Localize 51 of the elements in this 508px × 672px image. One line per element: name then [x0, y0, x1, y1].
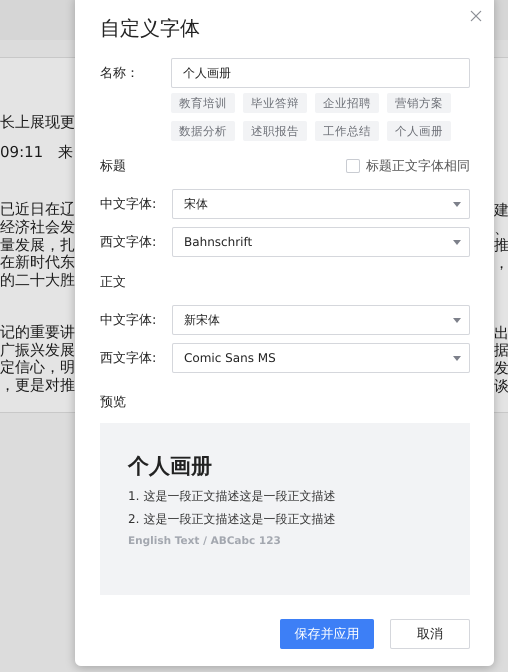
preset-tag[interactable]: 毕业答辩 — [243, 93, 307, 113]
document-text: 的二十大胜 — [0, 271, 75, 290]
save-button[interactable]: 保存并应用 — [280, 619, 374, 649]
preview-text: 1. 这是一段正文描述这是一段正文描述 — [128, 488, 336, 505]
document-text: 定信心，明 — [0, 358, 75, 376]
preview-sample: English Text / ABCabc 123 — [128, 535, 282, 547]
preset-tag[interactable]: 工作总结 — [315, 121, 379, 141]
checkbox-label: 标题正文字体相同 — [366, 158, 470, 175]
document-text: 09:11 来 — [0, 142, 74, 161]
preset-tag[interactable]: 营销方案 — [387, 93, 451, 113]
caret-icon — [453, 202, 461, 206]
dialog-title: 自定义字体 — [100, 16, 201, 40]
caret-icon — [453, 356, 461, 360]
document-text: 记的重要讲 — [0, 322, 75, 341]
preset-tag[interactable]: 个人画册 — [387, 121, 451, 141]
field-label: 名称： — [100, 65, 140, 82]
document-text: 已近日在辽 — [0, 200, 75, 218]
document-text: 长上展现更 — [0, 113, 75, 131]
section-title: 正文 — [100, 274, 126, 291]
field-label: 中文字体: — [100, 196, 158, 213]
document-text: 经济社会发 — [0, 218, 75, 236]
font-dropdown[interactable]: Bahnschrift — [172, 227, 470, 257]
section-title: 标题 — [100, 158, 126, 175]
field-label: 中文字体: — [100, 312, 158, 329]
document-text: ， — [494, 254, 508, 272]
field-label: 西文字体: — [100, 234, 158, 251]
field-label: 西文字体: — [100, 350, 158, 367]
document-text: 在新时代东 — [0, 253, 75, 272]
section-title: 预览 — [100, 394, 126, 411]
font-dropdown[interactable]: 新宋体 — [172, 305, 470, 335]
document-text: ，更是对推 — [0, 376, 75, 394]
preview-heading: 个人画册 — [128, 453, 213, 479]
checkbox[interactable] — [346, 159, 360, 173]
preset-tag[interactable]: 教育培训 — [171, 93, 235, 113]
caret-icon — [453, 318, 461, 322]
cancel-button[interactable]: 取消 — [390, 619, 470, 649]
caret-icon — [453, 240, 461, 244]
document-text: 广振兴发展 — [0, 340, 75, 358]
name-field[interactable]: 个人画册 — [171, 58, 470, 88]
font-dropdown[interactable]: Comic Sans MS — [172, 343, 470, 373]
document-text: 出 — [494, 324, 508, 342]
document-text: 发 — [494, 359, 508, 378]
document-text: 、 — [494, 218, 508, 237]
document-text: 建 — [494, 201, 508, 219]
close-icon[interactable] — [470, 10, 482, 22]
font-dropdown[interactable]: 宋体 — [172, 189, 470, 219]
document-text: 量发展，扎 — [0, 236, 75, 254]
preset-tag[interactable]: 企业招聘 — [315, 93, 379, 113]
preset-tag[interactable]: 数据分析 — [171, 121, 235, 141]
preview-text: 2. 这是一段正文描述这是一段正文描述 — [128, 511, 336, 528]
preset-tag[interactable]: 述职报告 — [243, 121, 307, 141]
